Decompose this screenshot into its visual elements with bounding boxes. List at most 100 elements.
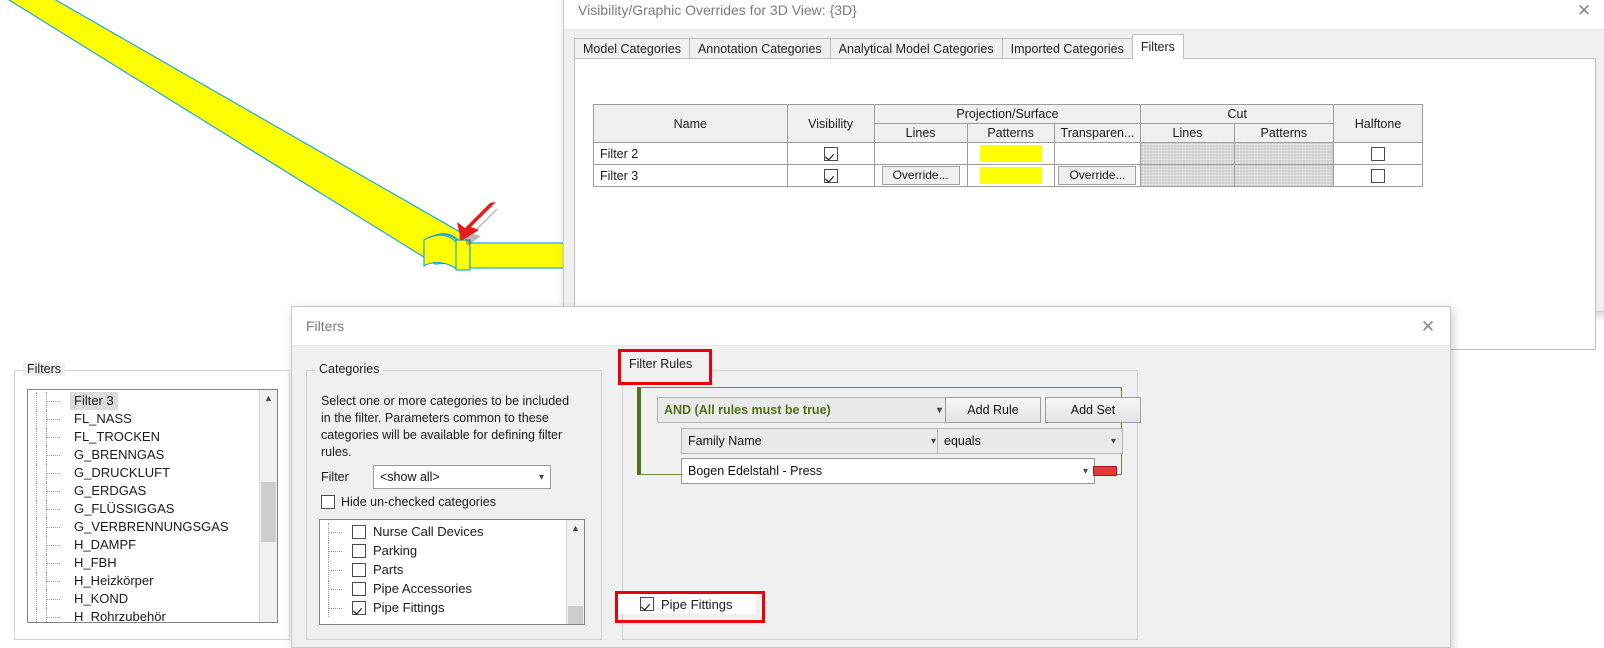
row-proj-transparency-cell[interactable] <box>1053 142 1142 165</box>
category-checkbox[interactable] <box>640 597 654 611</box>
row-halftone-cell[interactable] <box>1333 142 1423 165</box>
row-name[interactable]: Filter 3 <box>593 164 788 187</box>
filter-rules-legend: Filter Rules <box>629 357 693 371</box>
header-halftone[interactable]: Halftone <box>1333 104 1423 143</box>
row-name[interactable]: Filter 2 <box>593 142 788 165</box>
tab-imported-categories[interactable]: Imported Categories <box>1001 38 1133 59</box>
scroll-up-icon[interactable]: ▲ <box>260 390 277 407</box>
header-cut-lines[interactable]: Lines <box>1140 123 1235 143</box>
row-proj-patterns-cell[interactable] <box>966 142 1055 165</box>
tree-guide <box>28 572 46 590</box>
tree-branch-icon <box>46 464 70 482</box>
scrollbar-thumb[interactable] <box>261 482 276 542</box>
override-button[interactable]: Override... <box>1058 166 1137 185</box>
tab-analytical-model-categories[interactable]: Analytical Model Categories <box>829 38 1003 59</box>
list-item[interactable]: G_FLÜSSIGGAS <box>28 500 277 518</box>
rule-conjunction-dropdown[interactable]: AND (All rules must be true) ▾ <box>657 397 949 423</box>
pattern-color-swatch[interactable] <box>979 145 1042 162</box>
visibility-checkbox[interactable] <box>823 168 838 183</box>
tab-model-categories[interactable]: Model Categories <box>574 38 690 59</box>
category-checkbox[interactable] <box>352 524 366 539</box>
override-button[interactable]: Override... <box>881 166 960 185</box>
row-proj-patterns-cell[interactable] <box>966 164 1055 187</box>
list-item[interactable]: Parts <box>328 560 584 579</box>
list-item[interactable]: H_Heizkörper <box>28 572 277 590</box>
row-visibility-cell[interactable] <box>786 164 875 187</box>
category-checkbox[interactable] <box>352 600 366 615</box>
chevron-down-icon: ▾ <box>936 404 942 416</box>
tab-annotation-categories[interactable]: Annotation Categories <box>688 38 831 59</box>
tree-branch-icon <box>328 579 352 598</box>
table-row[interactable]: Filter 2 <box>593 142 1423 165</box>
header-name[interactable]: Name <box>593 104 788 143</box>
rule-value-dropdown[interactable]: Bogen Edelstahl - Press ▾ <box>681 458 1095 484</box>
header-proj-lines[interactable]: Lines <box>873 123 968 143</box>
rule-operator-value: equals <box>944 434 981 448</box>
tree-branch-icon <box>46 536 70 554</box>
row-proj-lines-cell[interactable] <box>873 142 968 165</box>
tree-guide <box>28 428 46 446</box>
scrollbar-thumb[interactable] <box>568 606 583 624</box>
list-item[interactable]: FL_TROCKEN <box>28 428 277 446</box>
tree-branch-icon <box>46 428 70 446</box>
header-visibility[interactable]: Visibility <box>786 104 875 143</box>
halftone-checkbox[interactable] <box>1371 146 1385 161</box>
tab-filters[interactable]: Filters <box>1131 34 1184 59</box>
list-item[interactable]: H_FBH <box>28 554 277 572</box>
hide-unchecked-row[interactable]: Hide un-checked categories <box>321 495 496 509</box>
list-item[interactable]: G_VERBRENNUNGSGAS <box>28 518 277 536</box>
row-visibility-cell[interactable] <box>786 142 875 165</box>
halftone-checkbox[interactable] <box>1371 168 1385 183</box>
rule-parameter-value: Family Name <box>688 434 762 448</box>
pattern-color-swatch[interactable] <box>979 167 1042 184</box>
list-item[interactable]: Pipe Fittings <box>328 598 584 617</box>
close-icon[interactable]: ✕ <box>1562 0 1604 29</box>
row-halftone-cell[interactable] <box>1333 164 1423 187</box>
scroll-up-icon[interactable]: ▲ <box>567 520 584 537</box>
list-item[interactable]: Nurse Call Devices <box>328 522 584 541</box>
table-row[interactable]: Filter 3 Override... Override... <box>593 164 1423 187</box>
row-proj-lines-cell[interactable]: Override... <box>873 164 968 187</box>
rule-parameter-dropdown[interactable]: Family Name ▾ <box>681 428 943 454</box>
header-proj-patterns[interactable]: Patterns <box>966 123 1055 143</box>
list-item[interactable]: Filter 3 <box>28 392 277 410</box>
category-checkbox[interactable] <box>352 581 366 596</box>
category-checkbox[interactable] <box>352 543 366 558</box>
filters-title-bar[interactable]: Filters ✕ <box>292 307 1450 346</box>
category-filter-dropdown[interactable]: <show all> ▾ <box>373 465 551 489</box>
row-cut-patterns-cell <box>1233 164 1335 187</box>
tree-branch-icon <box>328 560 352 579</box>
filters-listbox[interactable]: Filter 3 FL_NASS FL_TROCKEN G_BRENNGAS G <box>27 389 278 623</box>
list-item[interactable]: G_BRENNGAS <box>28 446 277 464</box>
visibility-checkbox[interactable] <box>823 146 838 161</box>
vg-title-bar[interactable]: Visibility/Graphic Overrides for 3D View… <box>564 0 1604 30</box>
tree-branch-icon <box>328 522 352 541</box>
add-rule-button[interactable]: Add Rule <box>945 397 1041 423</box>
tree-branch-icon <box>46 500 70 518</box>
tree-branch-icon <box>46 518 70 536</box>
filters-list-scrollbar[interactable]: ▲ <box>259 390 277 622</box>
remove-rule-icon[interactable] <box>1093 466 1117 476</box>
list-item[interactable]: H_KOND <box>28 590 277 608</box>
list-item[interactable]: H_DAMPF <box>28 536 277 554</box>
list-item[interactable]: G_ERDGAS <box>28 482 277 500</box>
add-set-button[interactable]: Add Set <box>1045 397 1141 423</box>
hide-unchecked-checkbox[interactable] <box>321 495 335 509</box>
tree-guide <box>28 464 46 482</box>
close-icon[interactable]: ✕ <box>1406 307 1450 345</box>
category-checkbox[interactable] <box>352 562 366 577</box>
categories-listbox[interactable]: Nurse Call Devices Parking Parts Pipe Ac… <box>319 519 585 625</box>
list-item-label: G_ERDGAS <box>74 483 147 498</box>
header-proj-transparency[interactable]: Transparen... <box>1053 123 1142 143</box>
row-proj-transparency-cell[interactable]: Override... <box>1053 164 1142 187</box>
pipe-fittings-highlight-content[interactable]: Pipe Fittings <box>640 594 756 614</box>
header-cut-patterns[interactable]: Patterns <box>1233 123 1335 143</box>
list-item[interactable]: Parking <box>328 541 584 560</box>
rule-operator-dropdown[interactable]: equals ▾ <box>937 428 1123 454</box>
list-item[interactable]: FL_NASS <box>28 410 277 428</box>
header-cut: Cut <box>1140 104 1335 124</box>
list-item[interactable]: H_Rohrzubehör <box>28 608 277 622</box>
categories-list-scrollbar[interactable]: ▲ <box>566 520 584 624</box>
list-item[interactable]: G_DRUCKLUFT <box>28 464 277 482</box>
list-item[interactable]: Pipe Accessories <box>328 579 584 598</box>
